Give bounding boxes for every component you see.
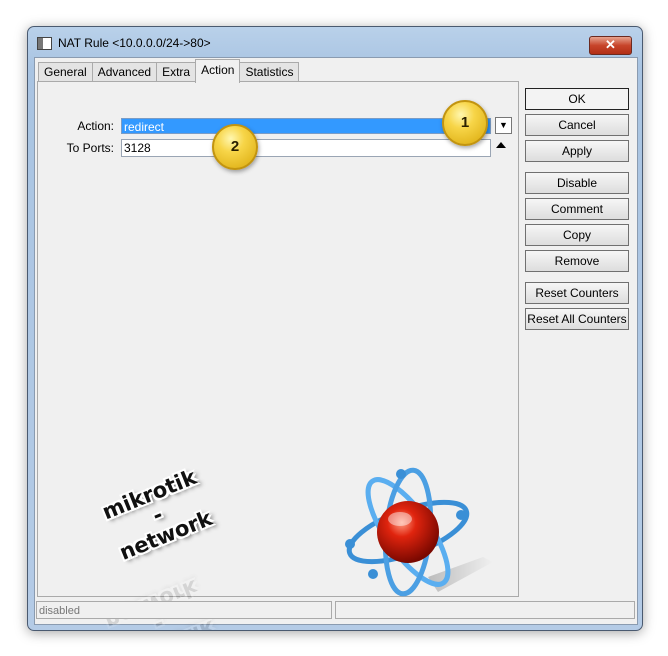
rule-editor-pane: General Advanced Extra Action Statistics… <box>35 58 521 630</box>
copy-button[interactable]: Copy <box>525 224 629 246</box>
action-select[interactable]: redirect <box>121 118 491 134</box>
action-tab-panel: Action: redirect ▼ To Ports: 3128 1 2 mi… <box>37 81 519 630</box>
dropdown-arrow-icon[interactable]: ▼ <box>495 117 512 134</box>
tab-general[interactable]: General <box>38 62 93 82</box>
comment-button[interactable]: Comment <box>525 198 629 220</box>
remove-button[interactable]: Remove <box>525 250 629 272</box>
ok-button[interactable]: OK <box>525 88 629 110</box>
title-bar[interactable]: NAT Rule <10.0.0.0/24->80> ✕ <box>28 27 642 57</box>
tab-strip: General Advanced Extra Action Statistics <box>38 59 300 83</box>
status-bar: disabled <box>35 598 637 622</box>
disable-button[interactable]: Disable <box>525 172 629 194</box>
tab-action[interactable]: Action <box>195 59 241 83</box>
nat-rule-window: NAT Rule <10.0.0.0/24->80> ✕ General Adv… <box>27 26 643 631</box>
status-secondary <box>335 601 635 619</box>
reset-all-counters-button[interactable]: Reset All Counters <box>525 308 629 330</box>
callout-badge-2: 2 <box>212 124 258 170</box>
to-ports-label: To Ports: <box>66 141 114 155</box>
action-label: Action: <box>77 119 114 133</box>
apply-button[interactable]: Apply <box>525 140 629 162</box>
tab-extra[interactable]: Extra <box>156 62 197 82</box>
window-title: NAT Rule <10.0.0.0/24->80> <box>58 36 211 50</box>
to-ports-input[interactable]: 3128 <box>121 139 491 157</box>
atom-icon <box>345 467 493 597</box>
tab-statistics[interactable]: Statistics <box>239 62 300 82</box>
mikrotik-network-watermark: mikrotik - network <box>99 465 216 565</box>
callout-badge-1: 1 <box>442 100 488 146</box>
reset-counters-button[interactable]: Reset Counters <box>525 282 629 304</box>
status-text: disabled <box>36 601 332 619</box>
cancel-button[interactable]: Cancel <box>525 114 629 136</box>
up-arrow-icon[interactable] <box>496 142 506 148</box>
window-icon <box>37 37 52 50</box>
window-client-area: General Advanced Extra Action Statistics… <box>34 57 638 630</box>
tab-advanced[interactable]: Advanced <box>91 62 158 82</box>
close-button[interactable]: ✕ <box>589 36 632 55</box>
